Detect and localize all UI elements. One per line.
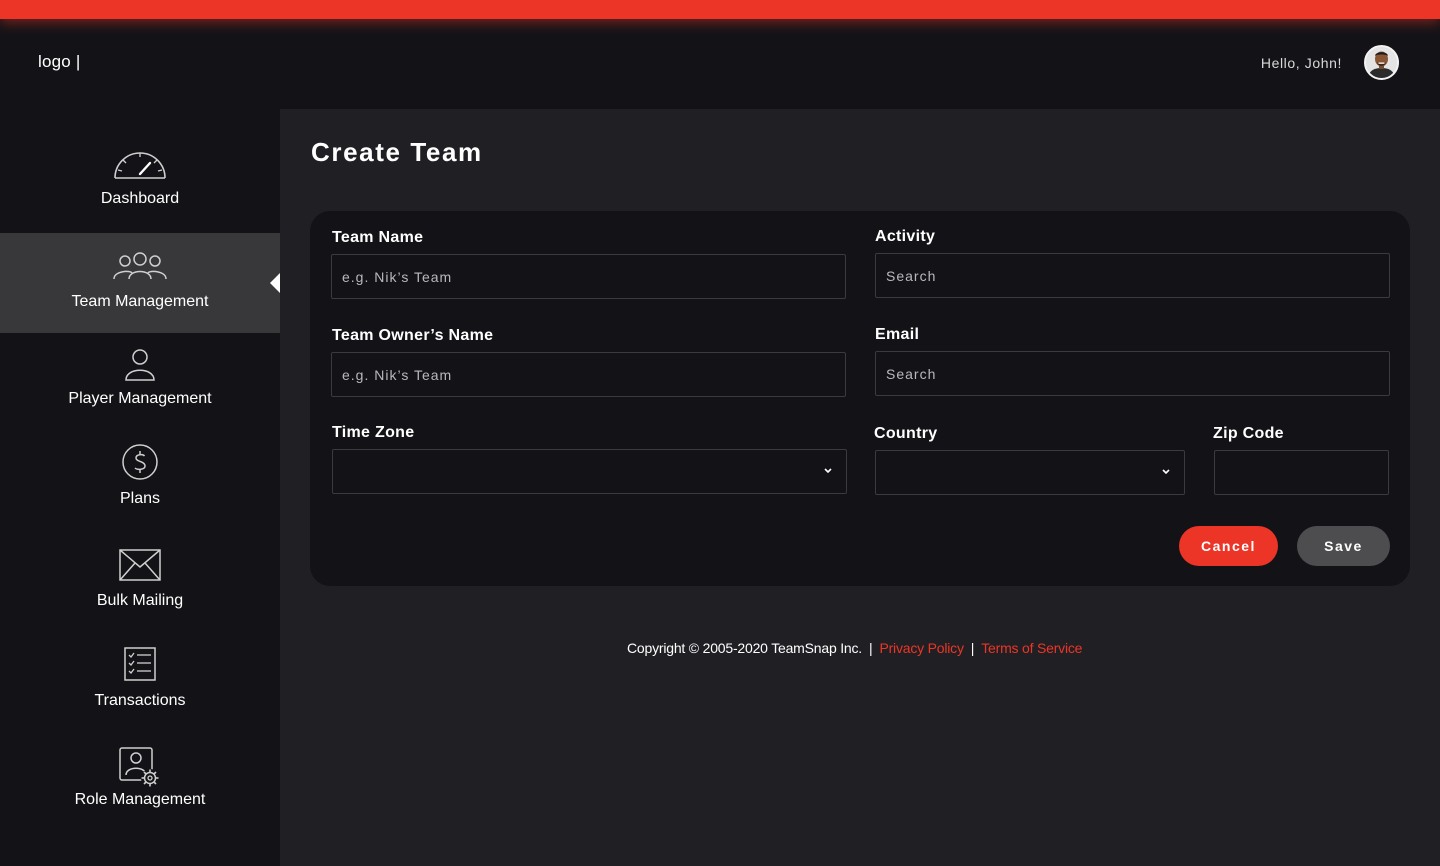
speedometer-icon: [0, 143, 280, 186]
time-zone-label: Time Zone: [332, 424, 415, 441]
country-select[interactable]: [875, 450, 1185, 495]
sidebar-item-label: Transactions: [94, 692, 186, 709]
sidebar: Dashboard Team Management Player Managem…: [0, 109, 280, 866]
team-name-label: Team Name: [332, 229, 424, 246]
zip-code-label: Zip Code: [1213, 425, 1284, 442]
sidebar-item-transactions[interactable]: Transactions: [0, 637, 280, 737]
avatar-image: [1366, 47, 1397, 78]
chevron-down-icon: [822, 463, 834, 481]
page-title: Create Team: [311, 137, 483, 167]
avatar[interactable]: [1364, 45, 1399, 80]
sidebar-item-bulk-mailing[interactable]: Bulk Mailing: [0, 537, 280, 637]
sidebar-item-team-management[interactable]: Team Management: [0, 233, 280, 333]
footer-separator: |: [970, 640, 975, 656]
footer: Copyright © 2005-2020 TeamSnap Inc. | Priv…: [627, 640, 1082, 656]
team-icon: [0, 249, 280, 286]
email-label: Email: [875, 326, 920, 343]
person-icon: [0, 347, 280, 386]
sidebar-item-label: Bulk Mailing: [96, 592, 184, 609]
sidebar-item-player-management[interactable]: Player Management: [0, 335, 280, 435]
owner-name-label: Team Owner’s Name: [332, 327, 494, 344]
sidebar-item-label: Team Management: [71, 293, 209, 310]
user-gear-icon: [0, 747, 280, 794]
top-accent-bar: [0, 0, 1440, 19]
sidebar-item-label: Dashboard: [100, 190, 180, 207]
cancel-button[interactable]: Cancel: [1179, 526, 1278, 566]
privacy-policy-link[interactable]: Privacy Policy: [879, 640, 964, 656]
zip-code-input[interactable]: [1214, 450, 1389, 495]
sidebar-item-label: Player Management: [68, 390, 212, 407]
sidebar-item-plans[interactable]: Plans: [0, 435, 280, 535]
footer-separator: |: [869, 640, 873, 656]
owner-name-input[interactable]: [331, 352, 846, 397]
copyright-text: Copyright © 2005-2020 TeamSnap Inc.: [627, 640, 862, 656]
chevron-down-icon: [1160, 464, 1172, 482]
user-greeting: Hello, John!: [1260, 55, 1342, 71]
time-zone-select[interactable]: [332, 449, 847, 494]
activity-label: Activity: [875, 228, 936, 245]
terms-of-service-link[interactable]: Terms of Service: [981, 640, 1082, 656]
team-name-input[interactable]: [331, 254, 846, 299]
sidebar-item-dashboard[interactable]: Dashboard: [0, 133, 280, 233]
sidebar-item-role-management[interactable]: Role Management: [0, 737, 280, 837]
dollar-circle-icon: [0, 443, 280, 486]
active-indicator-caret: [270, 273, 280, 293]
email-search-input[interactable]: [875, 351, 1390, 396]
envelope-icon: [0, 549, 280, 586]
create-team-form: Team Name Activity Team Owner’s Name Ema…: [310, 211, 1410, 586]
checklist-icon: [0, 647, 280, 686]
logo[interactable]: logo |: [38, 52, 80, 72]
top-header: logo | Hello, John!: [0, 19, 1440, 109]
save-button[interactable]: Save: [1297, 526, 1390, 566]
country-label: Country: [874, 425, 938, 442]
sidebar-item-label: Role Management: [74, 791, 206, 808]
activity-search-input[interactable]: [875, 253, 1390, 298]
sidebar-item-label: Plans: [119, 490, 161, 507]
